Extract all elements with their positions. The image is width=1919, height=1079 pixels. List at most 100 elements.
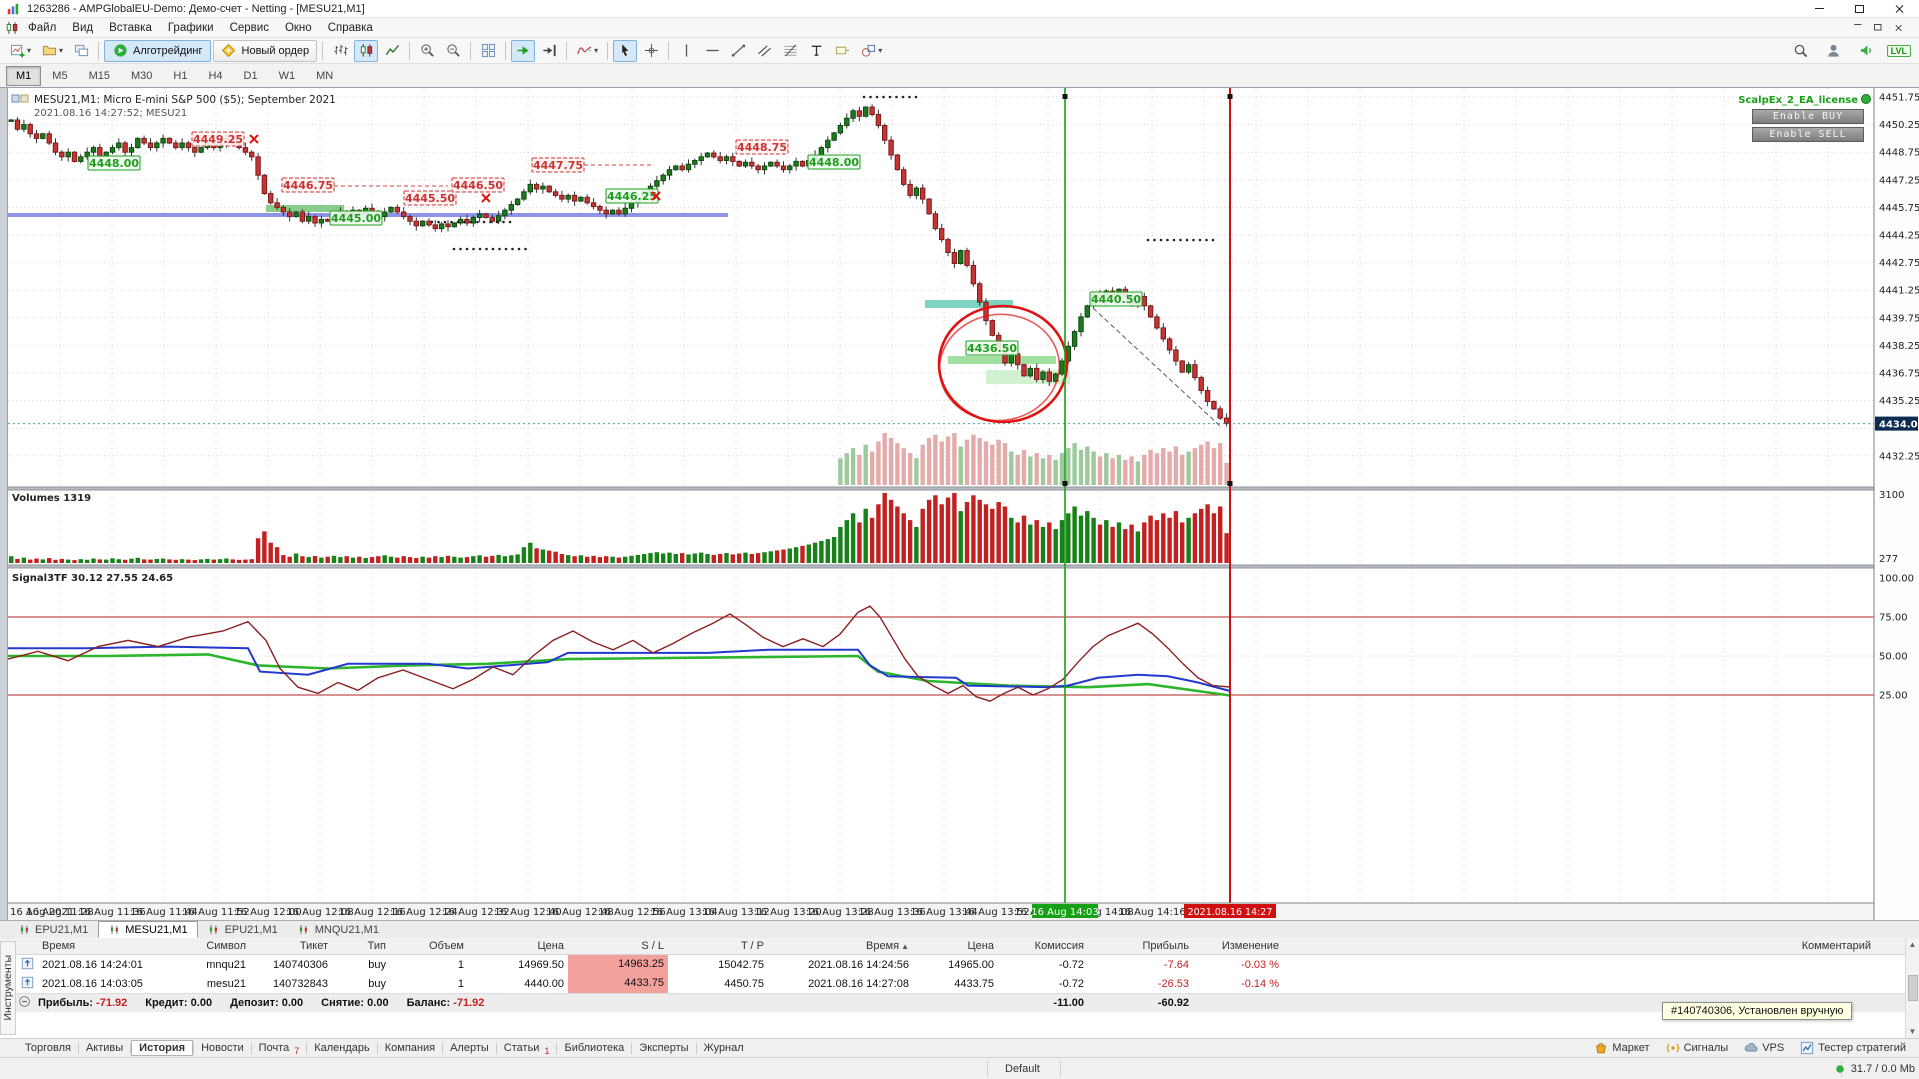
zoom-out-button[interactable] <box>441 40 465 62</box>
price-label-buy[interactable]: 4448.00 <box>87 155 141 171</box>
minimize-button[interactable] <box>1799 0 1839 17</box>
window-list-button[interactable] <box>69 40 93 62</box>
maximize-button[interactable] <box>1839 0 1879 17</box>
column-header-commission[interactable]: Комиссия <box>998 940 1088 952</box>
toolbox-tab-alerts[interactable]: Алерты <box>443 1041 496 1055</box>
column-header-price[interactable]: Цена <box>468 940 568 952</box>
price-label-sell[interactable]: 4449.25 <box>191 131 245 147</box>
toolbox-tab-library[interactable]: Библиотека <box>557 1041 631 1055</box>
price-label-buy[interactable]: 4445.00 <box>329 210 383 226</box>
menu-window[interactable]: Окно <box>277 20 320 36</box>
menu-service[interactable]: Сервис <box>222 20 277 36</box>
table-scrollbar[interactable]: ▲ ▼ <box>1905 938 1919 1038</box>
toolbox-tab-mail[interactable]: Почта 7 <box>252 1041 307 1056</box>
price-label-sell[interactable]: 4448.75 <box>735 139 789 155</box>
profile-indicator[interactable]: Default <box>993 1058 1052 1079</box>
horizontal-line-button[interactable] <box>700 40 724 62</box>
order-button[interactable]: Новый ордер <box>212 39 318 62</box>
column-header-time2[interactable]: Время ▲ <box>768 940 913 952</box>
timeframe-M1[interactable]: M1 <box>6 65 42 86</box>
chart-tab-mnqu21-m1-3[interactable]: MNQU21,M1 <box>288 921 389 938</box>
trend-line-button[interactable] <box>726 40 750 62</box>
tile-windows-button[interactable] <box>476 40 500 62</box>
time-axis[interactable]: 16 Aug 202116 Aug 11:2816 Aug 11:3616 Au… <box>8 902 1919 920</box>
channel-button[interactable] <box>752 40 776 62</box>
text-tool-button[interactable] <box>804 40 828 62</box>
timeframe-D1[interactable]: D1 <box>234 66 268 86</box>
label-tool-button[interactable] <box>830 40 854 62</box>
notifications-button[interactable] <box>1855 40 1879 62</box>
price-label-buy[interactable]: 4440.50 <box>1089 291 1143 307</box>
instruments-side-tab[interactable]: Инструменты <box>0 941 16 1035</box>
column-header-volume[interactable]: Объем <box>390 940 468 952</box>
timeframe-W1[interactable]: W1 <box>269 66 306 86</box>
toolbox-tab-news[interactable]: Новости <box>194 1041 251 1055</box>
profiles-button[interactable]: ▾ <box>37 40 67 62</box>
line-handle[interactable] <box>1227 94 1233 99</box>
menu-file[interactable]: Файл <box>20 20 64 36</box>
price-label-sell[interactable]: 4445.50 <box>403 190 457 206</box>
timeframe-H1[interactable]: H1 <box>163 66 197 86</box>
dock-tab-vps[interactable]: VPS <box>1737 1040 1791 1056</box>
toolbox-tab-experts[interactable]: Эксперты <box>632 1041 695 1055</box>
column-header-symbol[interactable]: Символ <box>178 940 250 952</box>
chart-tab-epu21-m1-0[interactable]: EPU21,M1 <box>8 921 98 938</box>
enable-buy-button[interactable]: Enable BUY <box>1752 109 1864 124</box>
column-header-sl[interactable]: S / L <box>568 940 668 952</box>
menu-charts[interactable]: Графики <box>160 20 222 36</box>
history-row-1[interactable]: 2021.08.16 14:03:05 mesu21 140732843 buy 1 44… <box>0 974 1919 993</box>
zone-band[interactable] <box>948 356 1056 364</box>
auto-scroll-button[interactable] <box>511 39 536 62</box>
toolbox-tab-calendar[interactable]: Календарь <box>307 1041 377 1055</box>
close-button[interactable] <box>1879 0 1919 17</box>
column-header-profit[interactable]: Прибыль <box>1088 940 1193 952</box>
timeframe-H4[interactable]: H4 <box>198 66 232 86</box>
toolbox-tab-assets[interactable]: Активы <box>79 1041 130 1055</box>
column-header-type[interactable]: Тип <box>332 940 390 952</box>
new-chart-button[interactable]: ▾ <box>5 40 35 62</box>
price-label-sell[interactable]: 4446.50 <box>451 177 505 193</box>
chart-shift-button[interactable] <box>537 40 561 62</box>
zoom-in-button[interactable] <box>415 40 439 62</box>
chart-tab-epu21-m1-2[interactable]: EPU21,M1 <box>198 921 288 938</box>
cursor-button[interactable] <box>613 39 638 62</box>
column-header-price2[interactable]: Цена <box>913 940 998 952</box>
column-header-tp[interactable]: T / P <box>668 940 768 952</box>
line-handle[interactable] <box>1062 481 1068 486</box>
bar-chart-button[interactable] <box>328 40 352 62</box>
candle-chart-button[interactable] <box>354 39 379 62</box>
line-handle[interactable] <box>1062 94 1068 99</box>
column-header-comment[interactable]: Комментарий <box>1283 940 1919 952</box>
price-label-buy[interactable]: 4448.00 <box>807 154 861 170</box>
price-chart-canvas[interactable]: 4448.004449.254446.754445.004445.504446.… <box>8 88 1919 920</box>
child-close-icon[interactable] <box>1894 24 1902 32</box>
collapse-summary-icon[interactable] <box>14 995 38 1011</box>
price-label-sell[interactable]: 4447.75 <box>531 157 585 173</box>
timeframe-M30[interactable]: M30 <box>121 66 162 86</box>
dock-tab-market[interactable]: Маркет <box>1587 1040 1656 1056</box>
timeframe-M15[interactable]: M15 <box>79 66 120 86</box>
shapes-button[interactable]: ▾ <box>856 40 886 62</box>
child-restore-icon[interactable] <box>1874 23 1882 30</box>
price-label-buy[interactable]: 4436.50 <box>965 340 1019 356</box>
lvl-badge[interactable]: LVL <box>1886 44 1911 57</box>
toolbox-tab-history[interactable]: История <box>131 1040 194 1056</box>
scroll-down-icon[interactable]: ▼ <box>1909 1027 1917 1036</box>
scroll-up-icon[interactable]: ▲ <box>1909 940 1917 949</box>
chart-region[interactable]: 4448.00 4449.25 4446.75 4445.00 4445.50 4446.… <box>0 88 1919 920</box>
menu-help[interactable]: Справка <box>320 20 381 36</box>
indicators-button[interactable]: ▾ <box>572 40 602 62</box>
line-handle[interactable] <box>1227 481 1233 486</box>
enable-sell-button[interactable]: Enable SELL <box>1752 127 1864 142</box>
toolbox-tab-articles[interactable]: Статьи 1 <box>497 1041 557 1056</box>
dock-tab-signals[interactable]: Сигналы <box>1659 1040 1736 1056</box>
dock-tab-tester[interactable]: Тестер стратегий <box>1793 1040 1913 1056</box>
child-minimize-icon[interactable] <box>1854 23 1862 25</box>
crosshair-button[interactable] <box>639 40 663 62</box>
history-row-0[interactable]: 2021.08.16 14:24:01 mnqu21 140740306 buy 1 14… <box>0 955 1919 974</box>
search-button[interactable] <box>1789 40 1813 62</box>
column-header-time[interactable]: Время <box>38 940 178 952</box>
line-chart-button[interactable] <box>380 40 404 62</box>
vertical-line-button[interactable] <box>674 40 698 62</box>
menu-insert[interactable]: Вставка <box>101 20 160 36</box>
